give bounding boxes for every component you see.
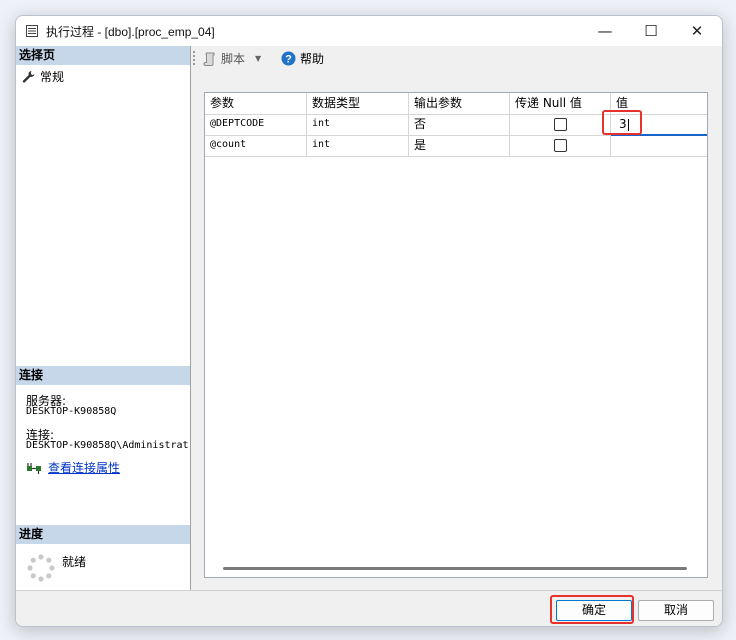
column-header-pass-null: 传递 Null 值: [510, 93, 611, 114]
wrench-icon: [22, 71, 35, 83]
param-name: @DEPTCODE: [205, 114, 307, 135]
column-header-output-parameter: 输出参数: [409, 93, 510, 114]
help-button[interactable]: ? 帮助: [281, 50, 324, 67]
value-cell[interactable]: [611, 135, 707, 156]
script-icon: [203, 52, 215, 66]
toolbar-grip[interactable]: [193, 51, 198, 65]
horizontal-scrollbar[interactable]: [223, 567, 687, 570]
pass-null-cell: [510, 135, 611, 156]
content-area: 参数 数据类型 输出参数 传递 Null 值 值 @DEPTCODE int 否…: [191, 70, 722, 590]
view-connection-properties-link[interactable]: 查看连接属性: [26, 459, 120, 476]
param-name: @count: [205, 135, 307, 156]
execute-procedure-dialog: 执行过程 - [dbo].[proc_emp_04] — ☐ ✕ 选择页 常规 …: [15, 15, 723, 627]
chevron-down-icon[interactable]: ▼: [255, 54, 261, 63]
connection-header: 连接: [16, 366, 190, 385]
progress-indicator: 就绪: [26, 553, 86, 583]
progress-header: 进度: [16, 525, 190, 544]
help-icon: ?: [281, 51, 296, 66]
ok-button[interactable]: 确定: [556, 600, 632, 621]
window-title: 执行过程 - [dbo].[proc_emp_04]: [46, 25, 215, 39]
sidebar-item-general[interactable]: 常规: [22, 68, 64, 85]
help-label: 帮助: [300, 52, 325, 66]
dialog-footer: 确定 取消: [16, 590, 722, 626]
title-bar: 执行过程 - [dbo].[proc_emp_04] — ☐ ✕: [16, 16, 722, 46]
column-header-data-type: 数据类型: [307, 93, 409, 114]
svg-text:?: ?: [285, 53, 292, 65]
param-output: 是: [409, 135, 510, 156]
param-type: int: [307, 135, 409, 156]
dialog-app-icon: [26, 25, 38, 37]
progress-status: 就绪: [62, 555, 87, 569]
value-highlight-box: [602, 110, 642, 135]
parameters-grid: 参数 数据类型 输出参数 传递 Null 值 值 @DEPTCODE int 否…: [204, 92, 708, 578]
pass-null-cell: [510, 114, 611, 135]
minimize-button[interactable]: —: [582, 16, 628, 46]
sidebar-item-label: 常规: [40, 70, 65, 84]
pass-null-checkbox[interactable]: [553, 139, 567, 152]
maximize-button[interactable]: ☐: [628, 16, 674, 46]
cancel-button[interactable]: 取消: [638, 600, 714, 621]
sidebar: 选择页 常规 连接 服务器: DESKTOP-K90858Q 连接: DESKT…: [16, 46, 191, 590]
plug-icon: [27, 462, 41, 474]
column-header-parameter: 参数: [205, 93, 307, 114]
pages-header: 选择页: [16, 46, 190, 65]
param-type: int: [307, 114, 409, 135]
toolbar: 脚本 ▼ ? 帮助: [191, 46, 722, 70]
connection-value: DESKTOP-K90858Q\Administrat: [26, 440, 189, 451]
param-output: 否: [409, 114, 510, 135]
close-button[interactable]: ✕: [674, 16, 720, 46]
view-connection-properties-text: 查看连接属性: [48, 461, 121, 475]
script-button[interactable]: 脚本 ▼: [203, 50, 261, 67]
server-value: DESKTOP-K90858Q: [26, 406, 117, 417]
table-row[interactable]: @count int 是: [205, 135, 707, 157]
pass-null-checkbox[interactable]: [553, 118, 567, 131]
progress-spinner-icon: [27, 554, 55, 582]
script-label: 脚本: [221, 52, 246, 66]
